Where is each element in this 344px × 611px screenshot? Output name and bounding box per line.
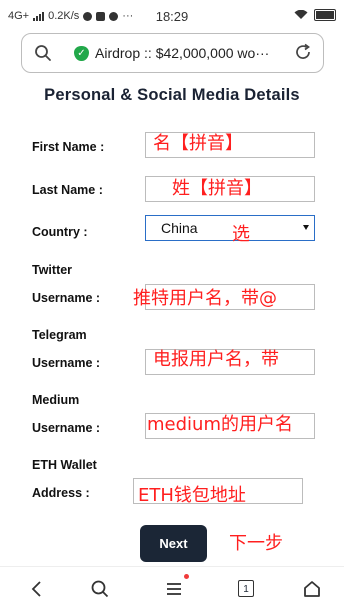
twitter-label: Twitter bbox=[32, 263, 73, 277]
medium-annotation: medium的用户名 bbox=[147, 414, 293, 435]
country-annotation: 选 bbox=[232, 224, 250, 245]
eth-address-label: Address : bbox=[32, 486, 90, 500]
country-select[interactable]: China bbox=[145, 215, 315, 241]
clock: 18:29 bbox=[155, 9, 189, 24]
page-title: Personal & Social Media Details bbox=[44, 86, 300, 104]
last-name-label: Last Name : bbox=[32, 183, 103, 197]
medium-label: Medium bbox=[32, 393, 80, 407]
chevron-down-icon bbox=[303, 225, 309, 230]
back-icon[interactable] bbox=[30, 579, 44, 604]
last-name-annotation: 姓【拼音】 bbox=[172, 178, 262, 199]
search-nav-icon[interactable] bbox=[90, 579, 110, 604]
first-name-annotation: 名【拼音】 bbox=[153, 133, 243, 154]
eth-annotation: ETH钱包地址 bbox=[138, 485, 246, 506]
telegram-username-label: Username : bbox=[32, 356, 101, 370]
tabs-count: 1 bbox=[238, 580, 254, 597]
telegram-label: Telegram bbox=[32, 328, 87, 342]
next-annotation: 下一步 bbox=[229, 533, 283, 554]
eth-wallet-label: ETH Wallet bbox=[32, 458, 97, 472]
twitter-annotation: 推特用户名，带@ bbox=[133, 288, 277, 309]
reload-icon[interactable] bbox=[293, 42, 313, 62]
first-name-label: First Name : bbox=[32, 140, 105, 154]
telegram-annotation: 电报用户名，带 bbox=[153, 349, 279, 370]
address-bar[interactable]: ✓ Airdrop :: $42,000,000 wo··· bbox=[21, 33, 324, 73]
medium-username-label: Username : bbox=[32, 421, 101, 435]
status-right bbox=[294, 9, 336, 21]
notification-dot bbox=[184, 574, 189, 579]
country-label: Country : bbox=[32, 225, 88, 239]
bottom-nav: 1 bbox=[0, 566, 344, 611]
search-icon[interactable] bbox=[34, 44, 52, 62]
battery-icon bbox=[314, 9, 336, 21]
status-bar: 4G+ 0.2K/s ··· 18:29 bbox=[0, 0, 344, 32]
next-button[interactable]: Next bbox=[140, 525, 207, 562]
menu-icon[interactable] bbox=[165, 579, 183, 604]
tabs-icon[interactable]: 1 bbox=[238, 579, 254, 597]
secure-shield-icon: ✓ bbox=[74, 46, 89, 61]
home-icon[interactable] bbox=[302, 579, 322, 604]
wifi-icon bbox=[294, 10, 308, 19]
country-value: China bbox=[161, 220, 198, 236]
url-text[interactable]: Airdrop :: $42,000,000 wo··· bbox=[95, 45, 295, 61]
twitter-username-label: Username : bbox=[32, 291, 101, 305]
